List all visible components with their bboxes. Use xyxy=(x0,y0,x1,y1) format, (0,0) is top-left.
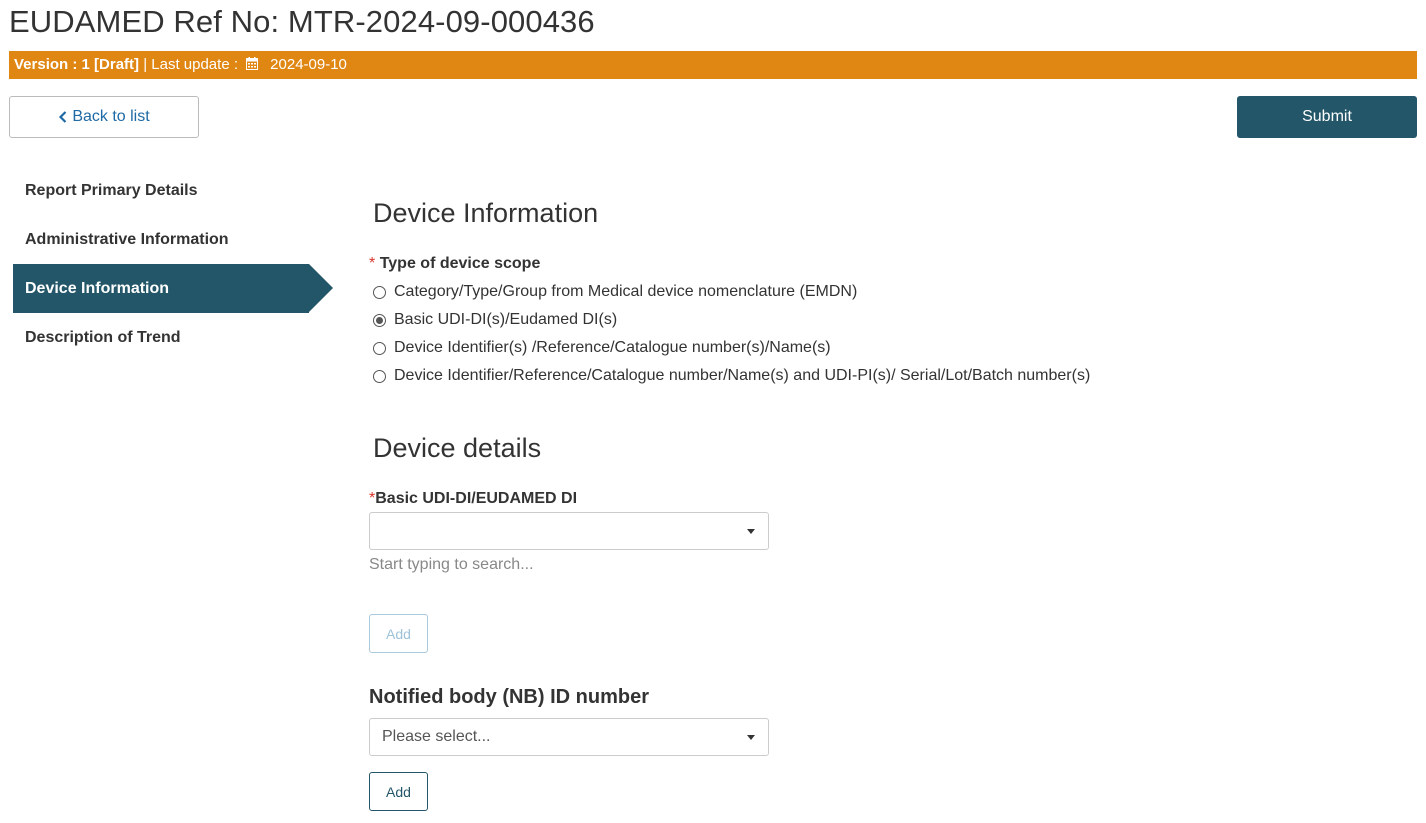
version-bar: Version : 1 [Draft] | Last update : 2024… xyxy=(9,51,1417,79)
device-scope-radio-group: Category/Type/Group from Medical device … xyxy=(373,278,1090,390)
add-notified-body-button[interactable]: Add xyxy=(369,772,428,811)
scope-option-emdn[interactable]: Category/Type/Group from Medical device … xyxy=(373,278,1090,306)
sidebar-item-administrative-information[interactable]: Administrative Information xyxy=(13,215,333,264)
last-update-date: 2024-09-10 xyxy=(270,56,347,73)
device-information-title: Device Information xyxy=(373,198,599,228)
device-scope-label: * Type of device scope xyxy=(369,255,540,273)
back-to-list-button[interactable]: Back to list xyxy=(9,96,199,138)
device-details-title: Device details xyxy=(373,433,542,463)
required-mark: * xyxy=(369,255,376,272)
scope-option-device-identifier-udi-pi[interactable]: Device Identifier/Reference/Catalogue nu… xyxy=(373,362,1090,390)
radio-button[interactable] xyxy=(373,341,386,355)
add-udi-di-button[interactable]: Add xyxy=(369,614,428,653)
basic-udi-di-label: *Basic UDI-DI/EUDAMED DI xyxy=(369,490,577,508)
sidebar-nav: Report Primary Details Administrative In… xyxy=(13,166,333,362)
notified-body-select[interactable]: Please select... xyxy=(369,718,769,756)
scope-option-label: Category/Type/Group from Medical device … xyxy=(394,283,858,300)
last-update-label: | Last update : xyxy=(139,56,243,73)
basic-udi-di-select[interactable] xyxy=(369,512,769,550)
scope-option-label: Device Identifier/Reference/Catalogue nu… xyxy=(394,367,1091,384)
chevron-left-icon xyxy=(59,111,67,123)
radio-button[interactable] xyxy=(373,285,386,299)
version-label: Version : 1 [Draft] xyxy=(14,56,140,73)
basic-udi-di-label-text: Basic UDI-DI/EUDAMED DI xyxy=(375,490,578,507)
scope-option-basic-udi-di[interactable]: Basic UDI-DI(s)/Eudamed DI(s) xyxy=(373,306,1090,334)
notified-body-placeholder: Please select... xyxy=(382,728,491,745)
back-to-list-label: Back to list xyxy=(72,108,150,125)
basic-udi-di-helper: Start typing to search... xyxy=(369,556,534,573)
scope-option-label: Basic UDI-DI(s)/Eudamed DI(s) xyxy=(394,311,618,328)
scope-option-label: Device Identifier(s) /Reference/Catalogu… xyxy=(394,339,831,356)
submit-button[interactable]: Submit xyxy=(1237,96,1417,138)
notified-body-title: Notified body (NB) ID number xyxy=(369,686,649,708)
radio-button-checked[interactable] xyxy=(373,313,386,327)
sidebar-item-report-primary-details[interactable]: Report Primary Details xyxy=(13,166,333,215)
radio-button[interactable] xyxy=(373,369,386,383)
device-scope-label-text: Type of device scope xyxy=(379,255,541,272)
sidebar-item-device-information[interactable]: Device Information xyxy=(13,264,333,313)
page-title: EUDAMED Ref No: MTR-2024-09-000436 xyxy=(9,4,595,39)
sidebar-item-description-of-trend[interactable]: Description of Trend xyxy=(13,313,333,362)
calendar-icon xyxy=(246,57,259,70)
caret-down-icon xyxy=(747,529,755,534)
scope-option-device-identifier[interactable]: Device Identifier(s) /Reference/Catalogu… xyxy=(373,334,1090,362)
caret-down-icon xyxy=(747,735,755,740)
